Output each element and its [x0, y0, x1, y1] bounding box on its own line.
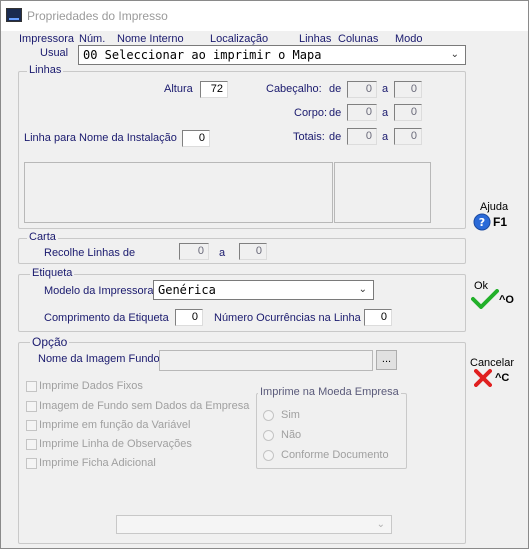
col-colunas: Colunas	[338, 33, 379, 45]
col-linhas: Linhas	[299, 33, 332, 45]
ajuda-shortcut: F1	[493, 215, 508, 229]
corpo-label: Corpo:	[294, 107, 328, 119]
linhas-panel-left	[24, 162, 333, 223]
col-num: Núm.	[79, 33, 106, 45]
ajuda-button[interactable]: Ajuda ? F1	[471, 197, 517, 233]
radio-nao[interactable]	[263, 430, 274, 441]
carta-group-title: Carta	[27, 231, 58, 243]
corpo-de-field[interactable]: 0	[347, 104, 377, 121]
checkbox-ficha-adicional[interactable]	[26, 458, 37, 469]
radio-label: Conforme Documento	[281, 449, 389, 461]
comprimento-label: Comprimento da Etiqueta	[44, 312, 169, 324]
chevron-down-icon[interactable]: ⌄	[451, 49, 459, 60]
linha-nome-field[interactable]: 0	[182, 130, 210, 147]
linhas-panel-right	[334, 162, 431, 223]
help-icon: ?	[473, 213, 491, 231]
opcao-group-title: Opção	[30, 335, 70, 349]
totais-a-label: a	[382, 131, 389, 143]
check-icon	[471, 289, 499, 309]
linhas-group-title: Linhas	[27, 64, 64, 76]
chevron-down-icon[interactable]: ⌄	[359, 284, 367, 295]
ajuda-label: Ajuda	[480, 201, 509, 213]
col-modo: Modo	[395, 33, 423, 45]
corpo-de-label: de	[329, 107, 342, 119]
corpo-a-label: a	[382, 107, 389, 119]
cabecalho-de-label: de	[329, 83, 342, 95]
cancelar-shortcut: ^C	[495, 372, 510, 384]
totais-label: Totais:	[293, 131, 325, 143]
recolhe-a-field[interactable]: 0	[239, 243, 267, 260]
radio-sim[interactable]	[263, 410, 274, 421]
etiqueta-group-title: Etiqueta	[30, 267, 75, 279]
altura-label: Altura	[164, 83, 193, 95]
modelo-combo[interactable]: Genérica ⌄	[153, 280, 374, 300]
comprimento-field[interactable]: 0	[175, 309, 203, 326]
imagem-label: Nome da Imagem Fundo	[38, 353, 160, 365]
checkbox-observacoes[interactable]	[26, 439, 37, 450]
cancelar-label: Cancelar	[470, 357, 515, 369]
altura-field[interactable]: 72	[200, 81, 228, 98]
totais-de-label: de	[329, 131, 342, 143]
moeda-group-title: Imprime na Moeda Empresa	[258, 386, 401, 398]
checkbox-label: Imprime Dados Fixos	[39, 380, 143, 392]
cabecalho-a-label: a	[382, 83, 389, 95]
app-icon	[6, 8, 22, 22]
ok-shortcut: ^O	[499, 294, 514, 306]
checkbox-label: Imprime Linha de Observações	[39, 438, 192, 450]
ocorrencias-label: Número Ocurrências na Linha	[214, 312, 361, 324]
usual-combo[interactable]: 00 Seleccionar ao imprimir o Mapa ⌄	[78, 45, 466, 65]
close-icon	[474, 369, 492, 387]
totais-de-field[interactable]: 0	[347, 128, 377, 145]
title-bar: Propriedades do Impresso	[1, 1, 528, 31]
radio-label: Não	[281, 429, 302, 441]
ok-button[interactable]: Ok ^O	[469, 277, 517, 311]
cabecalho-a-field[interactable]: 0	[394, 81, 422, 98]
recolhe-a-label: a	[219, 247, 226, 259]
chevron-down-icon[interactable]: ⌄	[377, 519, 385, 530]
checkbox-funcao-variavel[interactable]	[26, 420, 37, 431]
checkbox-imagem-fundo[interactable]	[26, 401, 37, 412]
linha-nome-label: Linha para Nome da Instalação	[24, 132, 177, 144]
col-localizacao: Localização	[210, 33, 269, 45]
radio-label: Sim	[281, 409, 300, 421]
window-title: Propriedades do Impresso	[27, 9, 168, 23]
col-nome-interno: Nome Interno	[117, 33, 184, 45]
properties-window: Propriedades do Impresso Impressora Núm.…	[0, 0, 529, 549]
svg-text:?: ?	[479, 216, 485, 229]
checkbox-dados-fixos[interactable]	[26, 381, 37, 392]
imagem-field[interactable]	[159, 350, 373, 371]
recolhe-de-field[interactable]: 0	[179, 243, 209, 260]
cabecalho-de-field[interactable]: 0	[347, 81, 377, 98]
cancelar-button[interactable]: Cancelar ^C	[469, 355, 521, 389]
bottom-combo[interactable]: ⌄	[116, 515, 392, 534]
radio-conforme-documento[interactable]	[263, 450, 274, 461]
checkbox-label: Imprime em função da Variável	[39, 419, 191, 431]
usual-combo-value: 00 Seleccionar ao imprimir o Mapa	[83, 48, 322, 62]
recolhe-label: Recolhe Linhas de	[44, 247, 136, 259]
checkbox-label: Imprime Ficha Adicional	[39, 457, 156, 469]
totais-a-field[interactable]: 0	[394, 128, 422, 145]
ocorrencias-field[interactable]: 0	[364, 309, 392, 326]
corpo-a-field[interactable]: 0	[394, 104, 422, 121]
modelo-combo-value: Genérica	[158, 283, 216, 297]
browse-button[interactable]: ...	[376, 350, 397, 370]
cabecalho-label: Cabeçalho:	[266, 83, 322, 95]
checkbox-label: Imagem de Fundo sem Dados da Empresa	[39, 400, 250, 412]
col-impressora: Impressora	[19, 33, 75, 45]
usual-label: Usual	[40, 47, 69, 59]
modelo-label: Modelo da Impressora	[44, 285, 154, 297]
